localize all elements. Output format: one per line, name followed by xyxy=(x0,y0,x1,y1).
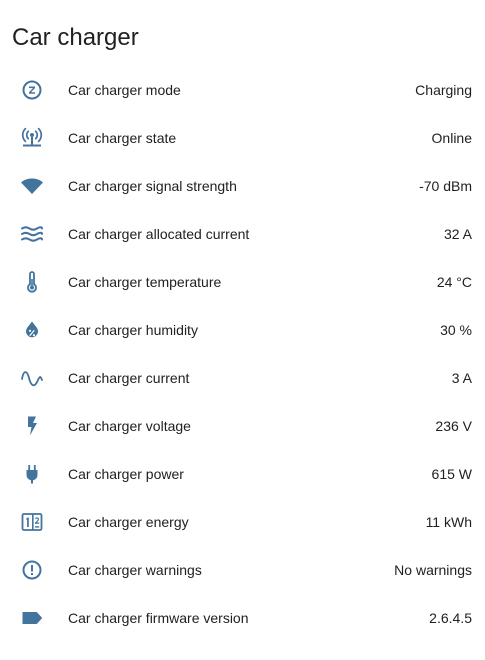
entity-state: 2.6.4.5 xyxy=(429,610,472,626)
access-point-network-icon xyxy=(20,126,44,150)
entity-row-voltage[interactable]: Car charger voltage 236 V xyxy=(0,402,485,450)
entity-list: Car charger mode Charging Car charger st… xyxy=(0,66,485,642)
water-percent-icon xyxy=(20,318,44,342)
entity-name: Car charger firmware version xyxy=(68,610,249,626)
label-icon xyxy=(20,606,44,630)
entity-state: 615 W xyxy=(431,466,472,482)
entity-name: Car charger allocated current xyxy=(68,226,250,242)
entity-state: 236 V xyxy=(435,418,472,434)
entity-name: Car charger power xyxy=(68,466,184,482)
card-title: Car charger xyxy=(12,24,139,51)
entity-state: Charging xyxy=(415,82,472,98)
alert-circle-outline-icon xyxy=(20,558,44,582)
entity-row-mode[interactable]: Car charger mode Charging xyxy=(0,66,485,114)
entity-row-warnings[interactable]: Car charger warnings No warnings xyxy=(0,546,485,594)
entity-row-energy[interactable]: Car charger energy 11 kWh xyxy=(0,498,485,546)
entity-row-firmware-version[interactable]: Car charger firmware version 2.6.4.5 xyxy=(0,594,485,642)
flash-icon xyxy=(20,414,44,438)
entity-row-humidity[interactable]: Car charger humidity 30 % xyxy=(0,306,485,354)
wifi-icon xyxy=(20,174,44,198)
entity-name: Car charger energy xyxy=(68,514,189,530)
entity-name: Car charger voltage xyxy=(68,418,191,434)
entities-card: Car charger Car charger mode Charging Ca… xyxy=(0,0,485,660)
entity-name: Car charger temperature xyxy=(68,274,222,290)
entity-name: Car charger signal strength xyxy=(68,178,237,194)
entity-state: 32 A xyxy=(443,226,472,242)
entity-state: Online xyxy=(431,130,472,146)
entity-row-allocated-current[interactable]: Car charger allocated current 32 A xyxy=(0,210,485,258)
entity-name: Car charger mode xyxy=(68,82,181,98)
entity-row-current[interactable]: Car charger current 3 A xyxy=(0,354,485,402)
entity-state: 3 A xyxy=(451,370,472,386)
entity-name: Car charger warnings xyxy=(68,562,202,578)
entity-name: Car charger state xyxy=(68,130,177,146)
counter-icon xyxy=(20,510,44,534)
power-plug-icon xyxy=(20,462,44,486)
entity-state: -70 dBm xyxy=(419,178,472,194)
entity-state: 30 % xyxy=(440,322,472,338)
entity-state: 11 kWh xyxy=(425,514,472,530)
entity-name: Car charger humidity xyxy=(68,322,198,338)
entity-name: Car charger current xyxy=(68,370,190,386)
waves-icon xyxy=(20,222,44,246)
entity-state: No warnings xyxy=(394,562,472,578)
entity-row-temperature[interactable]: Car charger temperature 24 °C xyxy=(0,258,485,306)
alpha-z-circle-outline-icon xyxy=(20,78,44,102)
entity-state: 24 °C xyxy=(436,274,472,290)
entity-row-state[interactable]: Car charger state Online xyxy=(0,114,485,162)
sine-wave-icon xyxy=(20,366,44,390)
entity-row-signal-strength[interactable]: Car charger signal strength -70 dBm xyxy=(0,162,485,210)
thermometer-icon xyxy=(20,270,44,294)
entity-row-power[interactable]: Car charger power 615 W xyxy=(0,450,485,498)
